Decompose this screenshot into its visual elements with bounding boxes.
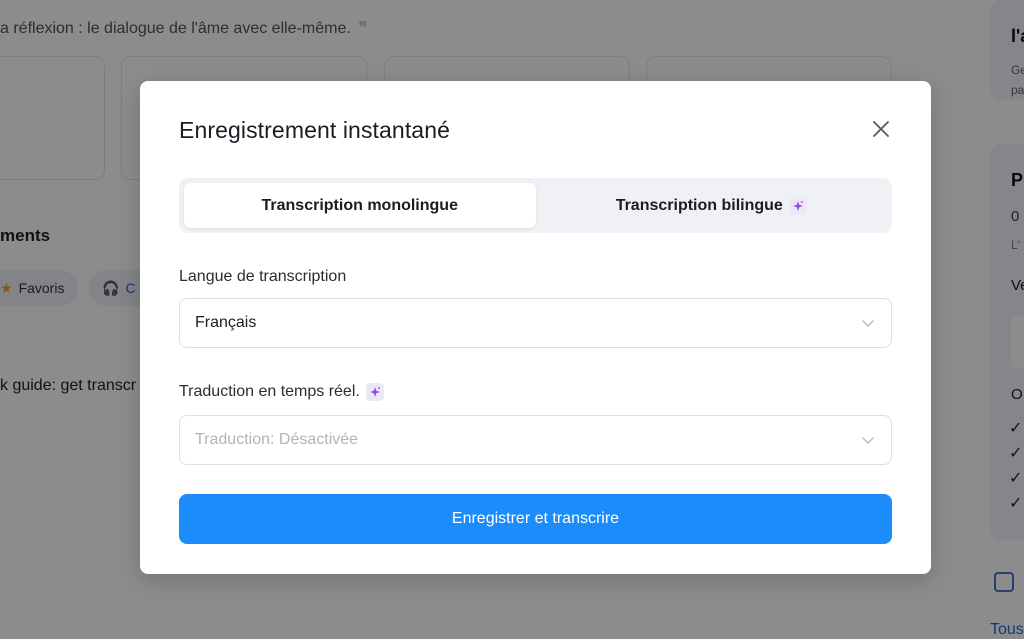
chevron-down-icon bbox=[862, 437, 874, 444]
translation-label-text: Traduction en temps réel. bbox=[179, 383, 360, 400]
sparkle-icon bbox=[788, 196, 807, 215]
close-button[interactable] bbox=[869, 117, 893, 141]
sparkle-icon bbox=[365, 383, 384, 401]
tab-monolingual[interactable]: Transcription monolingue bbox=[184, 183, 536, 228]
modal-title: Enregistrement instantané bbox=[179, 117, 450, 143]
record-transcribe-button[interactable]: Enregistrer et transcrire bbox=[179, 494, 892, 544]
translation-select-placeholder: Traduction: Désactivée bbox=[195, 431, 359, 448]
language-select-value: Français bbox=[195, 314, 257, 331]
close-icon bbox=[873, 121, 889, 137]
tab-bilingual[interactable]: Transcription bilingue bbox=[536, 183, 888, 228]
language-label-text: Langue de transcription bbox=[179, 268, 347, 285]
translation-select[interactable]: Traduction: Désactivée bbox=[179, 415, 892, 465]
language-label: Langue de transcription bbox=[179, 268, 346, 286]
transcription-mode-tabs: Transcription monolingue Transcription b… bbox=[179, 178, 892, 233]
tab-label: Transcription monolingue bbox=[261, 196, 458, 214]
instant-recording-modal: Enregistrement instantané Transcription … bbox=[140, 81, 931, 574]
record-transcribe-label: Enregistrer et transcrire bbox=[451, 510, 620, 527]
tab-label: Transcription bilingue bbox=[615, 196, 783, 214]
language-select[interactable]: Français bbox=[179, 298, 892, 348]
translation-label: Traduction en temps réel. bbox=[179, 383, 384, 401]
chevron-down-icon bbox=[862, 320, 874, 327]
